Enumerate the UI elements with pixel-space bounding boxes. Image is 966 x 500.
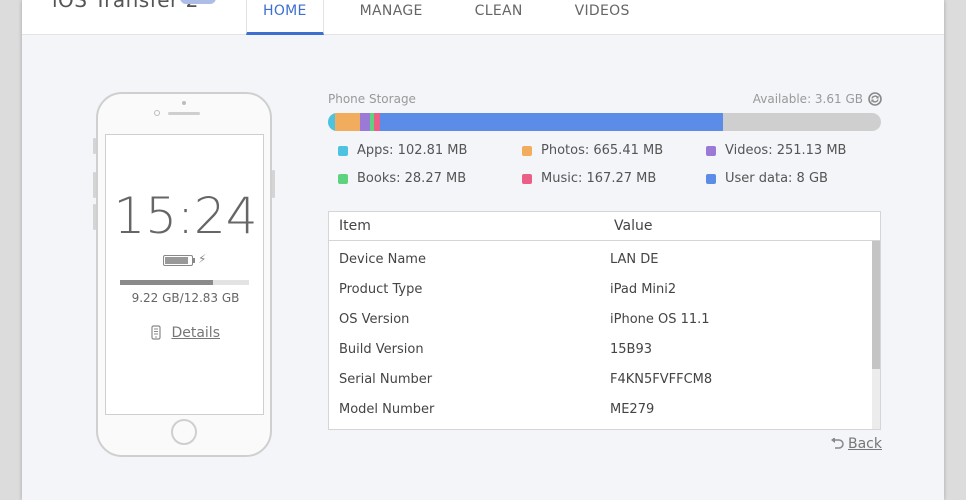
back-label[interactable]: Back (848, 436, 882, 452)
battery-icon (163, 255, 193, 266)
refresh-icon[interactable] (868, 92, 882, 106)
column-header-value: Value (614, 218, 653, 234)
row-item-build-version: Build Version (339, 342, 424, 357)
table-row: Serial Number F4KN5FVFFCM8 (329, 364, 869, 394)
storage-usage-bar (328, 113, 881, 131)
device-clock: 15:24 (113, 187, 258, 245)
phone-storage-label: Phone Storage (328, 92, 416, 106)
legend-videos-swatch (706, 145, 716, 156)
row-value-product-type: iPad Mini2 (610, 282, 677, 297)
legend-photos-label: Photos: 665.41 MB (541, 143, 664, 158)
legend-music-swatch (522, 173, 532, 184)
back-arrow-icon (831, 438, 844, 449)
column-header-item: Item (339, 218, 371, 234)
volume-up-button (93, 172, 96, 198)
top-header: iOS Transfer 2 HOME MANAGE CLEAN VIDEOS (22, 0, 944, 35)
storage-segment-user (379, 113, 723, 131)
available-storage-text: Available: 3.61 GB (752, 92, 863, 106)
table-scrollbar[interactable] (872, 241, 880, 429)
legend-books-swatch (338, 173, 348, 184)
legend-videos-label: Videos: 251.13 MB (725, 143, 847, 158)
table-row: Device Name LAN DE (329, 244, 869, 274)
device-storage-text: 9.22 GB/12.83 GB (131, 291, 240, 305)
table-scrollbar-thumb[interactable] (872, 241, 880, 369)
device-illustration: 15:24 ⚡ 9.22 GB/12.83 GB Details (93, 92, 275, 457)
table-header: Item Value (329, 212, 880, 241)
legend-user-data: User data: 8 GB (706, 171, 828, 186)
table-row: OS Version iPhone OS 11.1 (329, 304, 869, 334)
row-item-os-version: OS Version (339, 312, 410, 327)
main-nav: HOME MANAGE CLEAN VIDEOS (246, 0, 646, 35)
legend-user-data-label: User data: 8 GB (725, 171, 828, 186)
legend-music: Music: 167.27 MB (522, 171, 656, 186)
row-item-device-name: Device Name (339, 252, 426, 267)
legend-videos: Videos: 251.13 MB (706, 143, 846, 158)
charging-icon: ⚡ (198, 252, 207, 266)
details-label[interactable]: Details (171, 325, 220, 341)
power-button (272, 170, 275, 198)
earpiece (168, 112, 200, 115)
storage-segment-apps (328, 113, 335, 131)
details-link[interactable]: Details (106, 325, 265, 341)
legend-photos: Photos: 665.41 MB (522, 143, 663, 158)
battery-level (165, 257, 189, 264)
app-version-badge (180, 0, 216, 4)
back-button[interactable]: Back (830, 436, 882, 452)
tab-manage[interactable]: MANAGE (344, 0, 439, 35)
legend-books: Books: 28.27 MB (338, 171, 466, 186)
row-item-model-number: Model Number (339, 402, 435, 417)
row-item-serial-number: Serial Number (339, 372, 433, 387)
mute-switch (93, 138, 96, 154)
table-row: Build Version 15B93 (329, 334, 869, 364)
row-value-device-name: LAN DE (610, 252, 659, 267)
row-value-build-version: 15B93 (610, 342, 653, 357)
row-item-product-type: Product Type (339, 282, 423, 297)
row-value-os-version: iPhone OS 11.1 (610, 312, 710, 327)
device-screen: 15:24 ⚡ 9.22 GB/12.83 GB Details (105, 134, 264, 415)
device-info-table: Item Value Device Name LAN DE Product Ty… (328, 211, 881, 430)
volume-down-button (93, 204, 96, 230)
battery-tip (193, 258, 195, 263)
tab-home[interactable]: HOME (246, 0, 324, 35)
home-button (171, 419, 197, 445)
table-row: Model Number ME279 (329, 394, 869, 424)
front-camera (154, 110, 160, 116)
legend-photos-swatch (522, 145, 532, 156)
legend-apps-label: Apps: 102.81 MB (357, 143, 468, 158)
storage-segment-photos (334, 113, 361, 131)
app-window: iOS Transfer 2 HOME MANAGE CLEAN VIDEOS … (22, 0, 944, 500)
legend-books-label: Books: 28.27 MB (357, 171, 467, 186)
table-row: Product Type iPad Mini2 (329, 274, 869, 304)
legend-apps: Apps: 102.81 MB (338, 143, 467, 158)
legend-apps-swatch (338, 145, 348, 156)
storage-segment-videos (360, 113, 371, 131)
app-title: iOS Transfer 2 (52, 0, 199, 12)
tab-clean[interactable]: CLEAN (459, 0, 539, 35)
device-storage-fill (120, 280, 213, 285)
device-info-icon (151, 325, 161, 340)
tab-videos[interactable]: VIDEOS (559, 0, 646, 35)
sensor-dot (182, 101, 186, 105)
row-value-model-number: ME279 (610, 402, 655, 417)
legend-music-label: Music: 167.27 MB (541, 171, 657, 186)
device-storage-bar (120, 280, 249, 285)
row-value-serial-number: F4KN5FVFFCM8 (610, 372, 713, 387)
available-storage: Available: 3.61 GB (753, 92, 882, 106)
legend-user-data-swatch (706, 173, 716, 184)
